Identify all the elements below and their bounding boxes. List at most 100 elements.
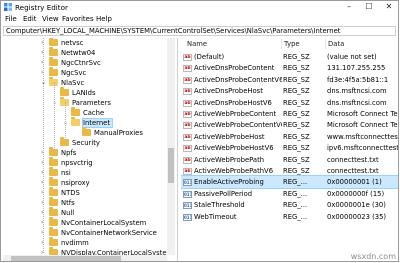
value-row[interactable]: ab ActiveWebProbePath REG_SZ connecttest.tx… — [181, 154, 398, 166]
string-value-icon: ab — [183, 145, 192, 153]
tree-item-label: nsi — [61, 169, 71, 177]
column-header-name[interactable]: Name — [187, 38, 207, 50]
value-row[interactable]: 011 PassivePollPeriod REG_... 0x0000000f (1… — [181, 188, 398, 200]
string-value-icon: ab — [183, 88, 192, 96]
string-value-icon: ab — [183, 99, 192, 107]
tree-item-label: Netwtw04 — [61, 49, 96, 57]
value-type: REG_... — [283, 212, 308, 221]
folder-icon — [49, 56, 58, 66]
folder-icon — [49, 176, 58, 186]
folder-icon — [49, 46, 58, 56]
menu-favorites[interactable]: Favorites — [62, 15, 94, 23]
tree-guide-line — [54, 82, 55, 152]
value-row[interactable]: ab ActiveWebProbeContentV6 REG_SZ Microsoft… — [181, 119, 399, 131]
value-name: ActiveWebProbeHostV6 — [194, 144, 274, 153]
folder-icon — [71, 116, 80, 126]
tree-vertical-scrollbar[interactable] — [167, 38, 175, 255]
value-type: REG_SZ — [283, 121, 310, 130]
value-row[interactable]: ab ActiveDnsProbeHost REG_SZ dns.msftncsi.c… — [181, 85, 398, 97]
tree-item-label: nvdimm — [61, 239, 89, 247]
tree-scroll-thumb[interactable] — [168, 148, 174, 183]
tree-hscroll-thumb[interactable] — [11, 256, 121, 261]
value-data: connecttest.txt — [327, 167, 379, 175]
string-value-icon: ab — [183, 156, 192, 164]
value-row[interactable]: ab ActiveWebProbeHostV6 REG_SZ ipv6.msftcon… — [181, 142, 399, 154]
string-value-icon: ab — [183, 122, 192, 130]
dword-value-icon: 011 — [183, 213, 192, 221]
menu-file[interactable]: File — [5, 15, 17, 23]
value-name: EnableActiveProbing — [194, 178, 264, 187]
folder-icon — [49, 186, 58, 196]
tree-item-label: nsiproxy — [61, 179, 90, 187]
maximize-button[interactable]: ☐ — [359, 1, 379, 14]
value-row[interactable]: 011 StaleThreshold REG_... 0x0000001e (30) — [181, 199, 398, 211]
value-type: REG_SZ — [283, 53, 310, 61]
tree-item[interactable]: › NVDisplay.ContainerLocalSystem — [41, 246, 173, 255]
tree-item-label: Cache — [83, 109, 105, 117]
minimize-button[interactable]: – — [339, 1, 359, 14]
value-row[interactable]: ab ActiveDnsProbeContent REG_SZ 131.107.255… — [181, 62, 398, 74]
folder-icon — [49, 156, 58, 166]
value-data: 131.107.255.255 — [327, 64, 386, 73]
dword-value-icon: 011 — [183, 202, 192, 210]
value-row[interactable]: ab ActiveDnsProbeHostV6 REG_SZ dns.msftncsi… — [181, 97, 398, 109]
tree-item-label: Ntfs — [61, 199, 75, 207]
pane-splitter[interactable] — [177, 38, 178, 261]
value-row[interactable]: 011 WebTimeout REG_... 0x00000023 (35) — [181, 211, 398, 223]
folder-icon — [49, 216, 58, 226]
value-name: (Default) — [194, 53, 225, 61]
value-row[interactable]: ab ActiveWebProbeHost REG_SZ www.msftconnec… — [181, 131, 398, 143]
menu-help[interactable]: Help — [96, 15, 112, 23]
menu-view[interactable]: View — [42, 15, 59, 23]
menu-edit[interactable]: Edit — [23, 15, 37, 23]
tree-item-label: ManualProxies — [94, 129, 143, 137]
address-bar[interactable]: Computer\HKEY_LOCAL_MACHINE\SYSTEM\Curre… — [3, 26, 396, 36]
value-row[interactable]: ab ActiveWebProbePathV6 REG_SZ connecttest.… — [181, 165, 398, 177]
value-type: REG_SZ — [283, 87, 310, 96]
value-type: REG_SZ — [283, 98, 310, 107]
folder-icon — [82, 126, 91, 136]
menu-bar: File Edit View Favorites Help — [1, 14, 398, 25]
value-row[interactable]: ab ActiveDnsProbeContentV6 REG_SZ fd3e:4f5a… — [181, 74, 398, 86]
value-data: fd3e:4f5a:5b81::1 — [327, 75, 389, 84]
folder-icon — [71, 106, 80, 116]
value-name: StaleThreshold — [194, 201, 245, 210]
value-name: ActiveDnsProbeHost — [194, 87, 263, 96]
tree-item-label: LANIds — [72, 89, 96, 97]
value-row[interactable]: 011 EnableActiveProbing REG_... 0x00000001 … — [181, 175, 398, 190]
column-header-data[interactable]: Data — [328, 38, 344, 50]
value-data: Microsoft Connect Test — [327, 121, 399, 130]
column-separator[interactable] — [281, 39, 282, 49]
value-data: 0x00000023 (35) — [327, 212, 387, 221]
values-list: Name Type Data ab (Default) REG_SZ (value n… — [181, 38, 399, 261]
tree-item-label: NTDS — [61, 189, 80, 197]
value-name: ActiveWebProbePath — [194, 155, 265, 164]
tree-horizontal-scrollbar[interactable] — [3, 255, 167, 261]
value-type: REG_... — [283, 201, 308, 210]
string-value-icon: ab — [183, 133, 192, 141]
string-value-icon: ab — [183, 111, 192, 118]
value-data: ipv6.msftconnecttest.com — [327, 144, 399, 153]
tree-guide-line — [43, 38, 44, 253]
value-type: REG_SZ — [283, 155, 310, 164]
value-row[interactable]: ab (Default) REG_SZ (value not set) — [181, 51, 398, 63]
folder-icon — [49, 206, 58, 216]
string-value-icon: ab — [183, 76, 192, 84]
close-button[interactable]: ✕ — [379, 1, 398, 14]
value-type: REG_SZ — [283, 75, 310, 84]
value-row[interactable]: ab ActiveWebProbeContent REG_SZ Microsoft C… — [181, 108, 399, 120]
value-type: REG_SZ — [283, 167, 310, 175]
tree-item-label: Npfs — [61, 149, 77, 157]
tree-item-label: NvContainerNetworkService — [61, 229, 157, 237]
column-separator[interactable] — [325, 39, 326, 49]
column-header-type[interactable]: Type — [284, 38, 300, 50]
title-bar: Registry Editor – ☐ ✕ — [1, 1, 398, 14]
value-type: REG_SZ — [283, 132, 310, 141]
value-name: ActiveDnsProbeContent — [194, 64, 275, 73]
value-data: Microsoft Connect Test — [327, 110, 399, 118]
value-type: REG_... — [283, 178, 308, 187]
dword-value-icon: 011 — [183, 179, 192, 187]
registry-editor-window: Registry Editor – ☐ ✕ File Edit View Fav… — [0, 0, 399, 262]
folder-icon — [49, 38, 58, 46]
tree-item-label: netvsc — [61, 39, 84, 47]
